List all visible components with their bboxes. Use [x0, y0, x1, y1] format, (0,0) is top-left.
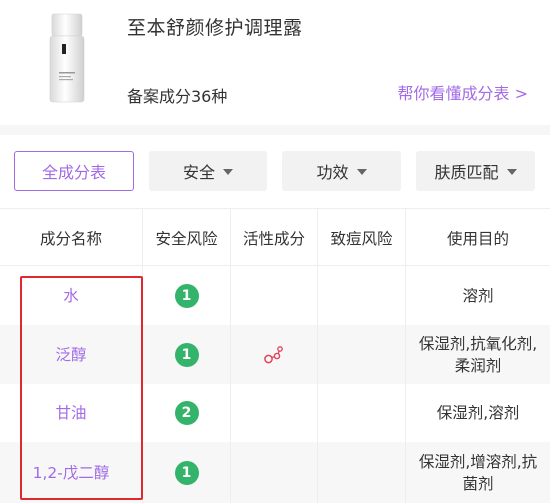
product-name: 至本舒颜修护调理露	[127, 17, 303, 39]
filter-bar: 全成分表 安全 功效 肤质匹配	[0, 135, 550, 208]
acne-cell	[318, 442, 406, 503]
safety-badge: 1	[174, 342, 199, 367]
column-header-purpose: 使用目的	[446, 229, 509, 248]
active-cell	[231, 266, 318, 325]
column-header-safety: 安全风险	[143, 209, 231, 266]
section-divider	[0, 125, 550, 135]
column-header-acne: 致痘风险	[318, 209, 406, 266]
safety-cell: 1	[143, 266, 231, 325]
table-row[interactable]: 泛醇 1 保湿剂,抗氧化剂,柔润剂	[0, 325, 550, 384]
safety-cell: 2	[143, 384, 231, 442]
filter-label: 肤质匹配	[434, 163, 499, 182]
column-header-name: 成分名称	[0, 209, 143, 266]
active-cell	[231, 325, 318, 384]
safety-badge: 1	[174, 460, 199, 485]
safety-badge: 1	[174, 283, 199, 308]
acne-cell	[318, 384, 406, 442]
filter-label: 全成分表	[41, 163, 106, 182]
purpose-cell: 溶剂	[462, 286, 494, 305]
filter-skin-type-dropdown[interactable]: 肤质匹配	[416, 151, 535, 191]
ingredient-help-link[interactable]: 帮你看懂成分表 >	[398, 80, 529, 104]
acne-cell	[318, 325, 406, 384]
column-header-active: 活性成分	[231, 209, 318, 266]
safety-badge: 2	[174, 401, 199, 425]
table-row[interactable]: 甘油 2 保湿剂,溶剂	[0, 384, 550, 442]
ingredient-name[interactable]: 水	[0, 266, 143, 325]
filter-safety-dropdown[interactable]: 安全	[149, 151, 267, 191]
product-bottle-image	[49, 13, 85, 103]
table-row[interactable]: 水 1 溶剂	[0, 266, 550, 325]
purpose-cell: 保湿剂,溶剂	[436, 404, 520, 422]
product-header: 至本舒颜修护调理露 备案成分36种 帮你看懂成分表 >	[0, 0, 550, 125]
filter-efficacy-dropdown[interactable]: 功效	[282, 151, 401, 191]
acne-cell	[318, 266, 406, 325]
table-row[interactable]: 1,2-戊二醇 1 保湿剂,增溶剂,抗菌剂	[0, 442, 550, 503]
safety-cell: 1	[143, 325, 231, 384]
active-ingredient-icon	[264, 345, 283, 363]
ingredient-table: 成分名称 安全风险 活性成分 致痘风险 使用目的 水 1 溶剂 泛醇 1 保湿剂…	[0, 208, 550, 503]
active-cell	[231, 442, 318, 503]
purpose-cell: 保湿剂,增溶剂,抗菌剂	[418, 452, 538, 493]
filter-label: 安全	[182, 163, 215, 182]
chevron-down-icon	[506, 169, 517, 175]
ingredient-name[interactable]: 1,2-戊二醇	[0, 442, 143, 503]
table-header: 成分名称 安全风险 活性成分 致痘风险 使用目的	[0, 208, 550, 266]
ingredient-name[interactable]: 甘油	[0, 384, 143, 442]
chevron-down-icon	[356, 169, 367, 175]
ingredient-name[interactable]: 泛醇	[0, 325, 143, 384]
chevron-down-icon	[223, 169, 233, 175]
filter-all-ingredients[interactable]: 全成分表	[14, 151, 134, 191]
purpose-cell: 保湿剂,抗氧化剂,柔润剂	[418, 334, 538, 375]
active-cell	[231, 384, 318, 442]
ingredient-count: 备案成分36种	[127, 87, 228, 106]
filter-label: 功效	[316, 163, 349, 182]
safety-cell: 1	[143, 442, 231, 503]
